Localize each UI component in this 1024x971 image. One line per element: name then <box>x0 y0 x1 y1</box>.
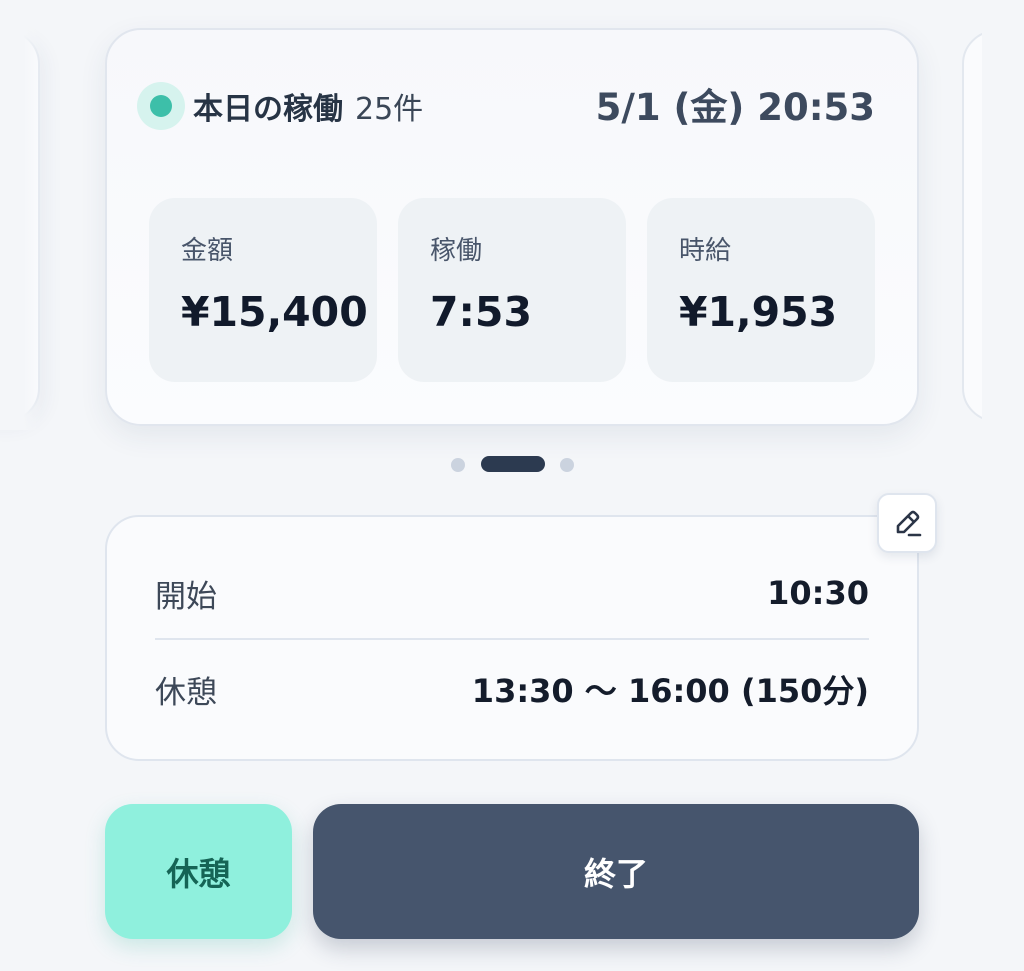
stat-working-time: 稼働 7:53 <box>398 198 626 382</box>
screen: 本日の稼働 25件 5/1 (金) 20:53 金額 ¥15,400 稼働 7:… <box>0 0 1024 971</box>
start-time-row: 開始 10:30 <box>155 563 869 623</box>
end-work-button[interactable]: 終了 <box>313 804 919 939</box>
stat-label: 金額 <box>181 236 234 266</box>
stat-label: 稼働 <box>430 236 483 266</box>
pager-dot-3[interactable] <box>560 458 574 472</box>
start-time-value: 10:30 <box>767 574 869 612</box>
break-time-label: 休憩 <box>155 674 217 711</box>
status-header: 本日の稼働 25件 <box>193 84 423 128</box>
carousel-pager <box>0 456 1024 474</box>
break-time-row: 休憩 13:30 〜 16:00 (150分) <box>155 659 869 719</box>
row-divider <box>155 638 869 640</box>
status-dot <box>150 95 172 117</box>
carousel-fade-left <box>0 20 42 430</box>
stat-value: ¥1,953 <box>679 288 838 336</box>
stat-value: 7:53 <box>430 288 532 336</box>
pencil-icon <box>896 510 922 537</box>
working-status-icon <box>137 82 185 130</box>
pager-dot-1[interactable] <box>451 458 465 472</box>
stat-value: ¥15,400 <box>181 288 368 336</box>
pager-dot-2-active[interactable] <box>481 456 545 472</box>
break-time-value: 13:30 〜 16:00 (150分) <box>471 672 869 710</box>
status-label: 本日の稼働 <box>193 92 343 127</box>
break-button[interactable]: 休憩 <box>105 804 292 939</box>
stat-amount: 金額 ¥15,400 <box>149 198 377 382</box>
start-time-label: 開始 <box>155 578 217 615</box>
edit-times-button[interactable] <box>877 493 937 553</box>
status-count: 25件 <box>355 92 424 127</box>
shift-times-card: 開始 10:30 休憩 13:30 〜 16:00 (150分) <box>105 515 919 761</box>
stat-label: 時給 <box>679 236 732 266</box>
today-summary-card[interactable]: 本日の稼働 25件 5/1 (金) 20:53 金額 ¥15,400 稼働 7:… <box>105 28 919 426</box>
current-datetime: 5/1 (金) 20:53 <box>595 86 875 129</box>
carousel-fade-right <box>982 20 1024 430</box>
stat-hourly-wage: 時給 ¥1,953 <box>647 198 875 382</box>
